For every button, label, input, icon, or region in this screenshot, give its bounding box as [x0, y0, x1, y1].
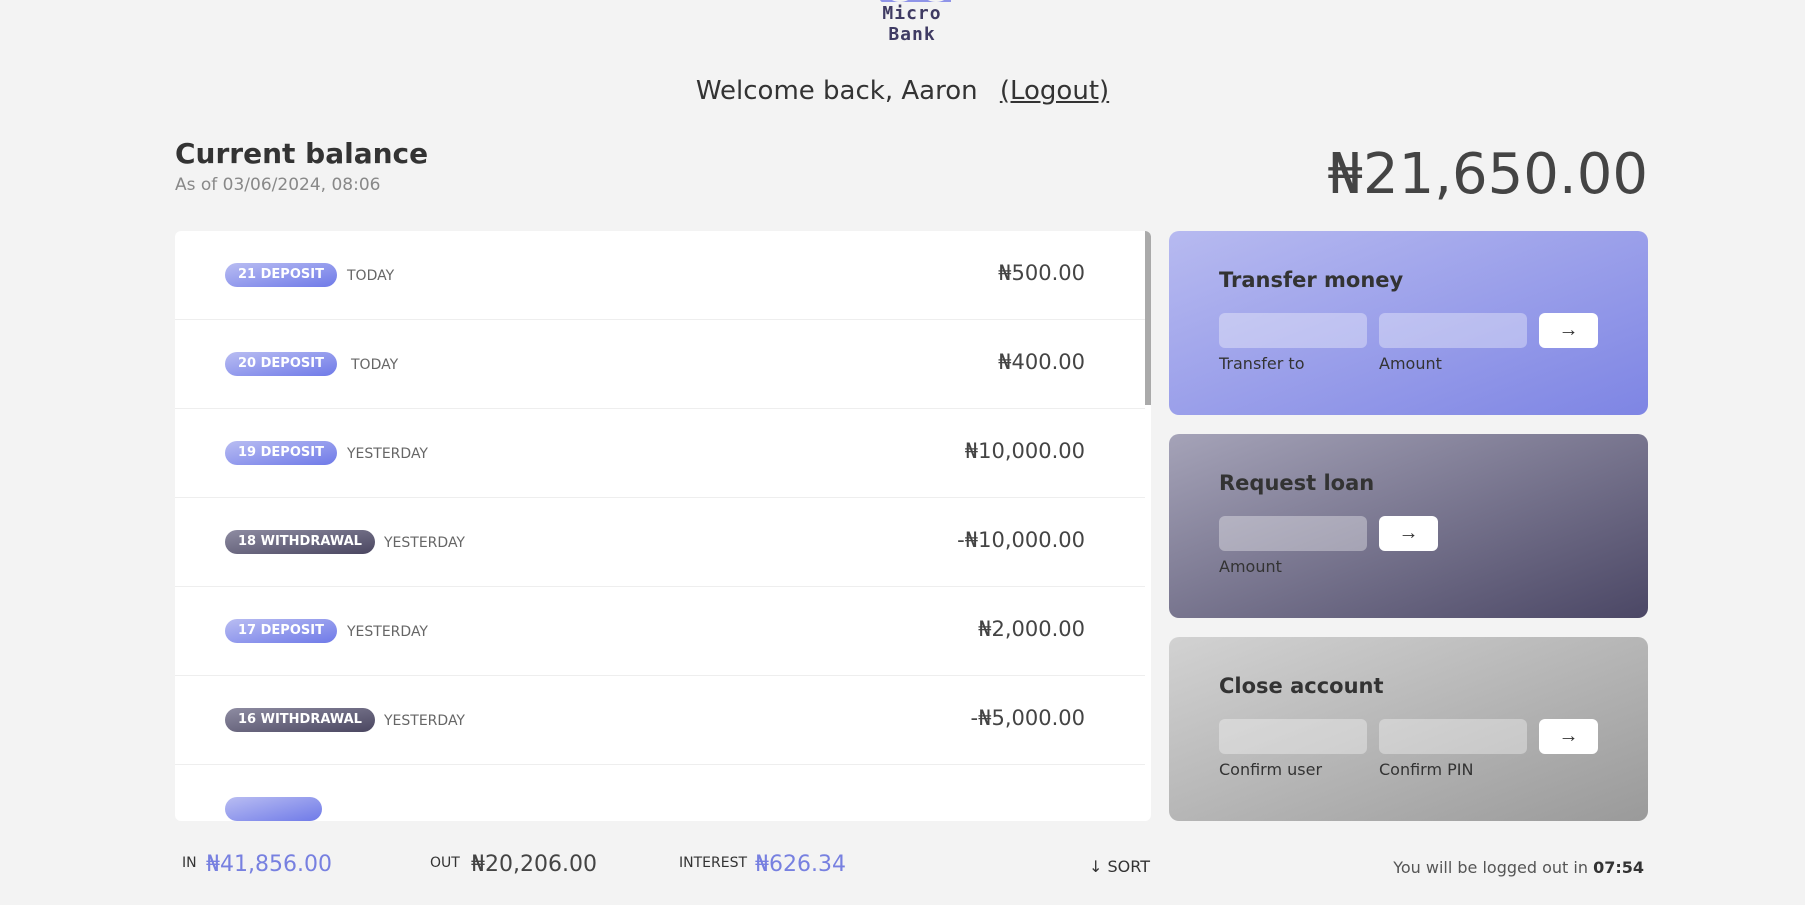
balance-title: Current balance	[175, 137, 429, 170]
logout-timer-text: You will be logged out in	[1393, 858, 1588, 877]
movement-value: -₦5,000.00	[970, 706, 1085, 730]
loan-submit-button[interactable]: →	[1379, 516, 1438, 551]
transfer-to-label: Transfer to	[1219, 354, 1305, 373]
movement-row-partial	[175, 765, 1145, 821]
balance-value: ₦21,650.00	[1327, 142, 1648, 207]
movement-type-badge: 16 WITHDRAWAL	[225, 708, 375, 732]
summary-interest-value: ₦626.34	[755, 852, 846, 877]
movement-type-badge	[225, 797, 322, 821]
confirm-user-input[interactable]	[1219, 719, 1367, 754]
movement-date: YESTERDAY	[347, 624, 428, 640]
loan-title: Request loan	[1219, 471, 1375, 495]
logout-timer-value: 07:54	[1593, 858, 1644, 877]
movement-date: TODAY	[351, 357, 399, 373]
summary-interest-label: Interest	[679, 855, 748, 871]
balance-date: As of 03/06/2024, 08:06	[175, 175, 381, 195]
close-account-panel: Close account → Confirm user Confirm PIN	[1169, 637, 1648, 821]
transfer-title: Transfer money	[1219, 268, 1404, 292]
close-title: Close account	[1219, 674, 1384, 698]
movements-list[interactable]: 21 DEPOSIT TODAY ₦500.00 20 DEPOSIT TODA…	[175, 231, 1151, 821]
movement-type-badge: 19 DEPOSIT	[225, 441, 337, 465]
transfer-amount-label: Amount	[1379, 354, 1442, 373]
movement-row: 21 DEPOSIT TODAY ₦500.00	[175, 231, 1145, 320]
confirm-pin-input[interactable]	[1379, 719, 1527, 754]
summary-in-value: ₦41,856.00	[206, 852, 332, 877]
request-loan-panel: Request loan → Amount	[1169, 434, 1648, 618]
logo-text: Micro Bank	[882, 3, 942, 45]
movement-value: ₦500.00	[998, 261, 1085, 285]
bank-logo: Micro Bank	[853, 0, 971, 45]
transfer-amount-input[interactable]	[1379, 313, 1527, 348]
movement-row: 16 WITHDRAWAL YESTERDAY -₦5,000.00	[175, 676, 1145, 765]
movement-value: ₦10,000.00	[964, 439, 1085, 463]
logout-timer: You will be logged out in 07:54	[1393, 858, 1644, 877]
confirm-pin-label: Confirm PIN	[1379, 760, 1474, 779]
movement-type-badge: 17 DEPOSIT	[225, 619, 337, 643]
transfer-to-input[interactable]	[1219, 313, 1367, 348]
movement-type-badge: 18 WITHDRAWAL	[225, 530, 375, 554]
movement-type-badge: 21 DEPOSIT	[225, 263, 337, 287]
movement-value: -₦10,000.00	[957, 528, 1085, 552]
summary-out-label: Out	[430, 855, 460, 871]
logo-icon	[873, 0, 951, 2]
loan-amount-label: Amount	[1219, 557, 1282, 576]
movement-row: 18 WITHDRAWAL YESTERDAY -₦10,000.00	[175, 498, 1145, 587]
movements-scrollbar[interactable]	[1145, 231, 1151, 405]
movement-date: YESTERDAY	[384, 713, 465, 729]
logout-link[interactable]: (Logout)	[1000, 76, 1109, 106]
loan-amount-input[interactable]	[1219, 516, 1367, 551]
movement-row: 19 DEPOSIT YESTERDAY ₦10,000.00	[175, 409, 1145, 498]
movement-value: ₦2,000.00	[978, 617, 1085, 641]
close-submit-button[interactable]: →	[1539, 719, 1598, 754]
movement-type-badge: 20 DEPOSIT	[225, 352, 337, 376]
movement-row: 20 DEPOSIT TODAY ₦400.00	[175, 320, 1145, 409]
welcome-message: Welcome back, Aaron (Logout)	[0, 76, 1805, 106]
summary-in-label: In	[182, 855, 197, 871]
movement-value: ₦400.00	[998, 350, 1085, 374]
transfer-money-panel: Transfer money → Transfer to Amount	[1169, 231, 1648, 415]
transfer-submit-button[interactable]: →	[1539, 313, 1598, 348]
sort-button[interactable]: ↓ SORT	[1089, 857, 1150, 876]
summary-out-value: ₦20,206.00	[471, 852, 597, 877]
welcome-text: Welcome back, Aaron	[695, 76, 978, 106]
movement-date: YESTERDAY	[347, 446, 428, 462]
confirm-user-label: Confirm user	[1219, 760, 1323, 779]
movement-row: 17 DEPOSIT YESTERDAY ₦2,000.00	[175, 587, 1145, 676]
movement-date: TODAY	[347, 268, 395, 284]
movement-date: YESTERDAY	[384, 535, 465, 551]
